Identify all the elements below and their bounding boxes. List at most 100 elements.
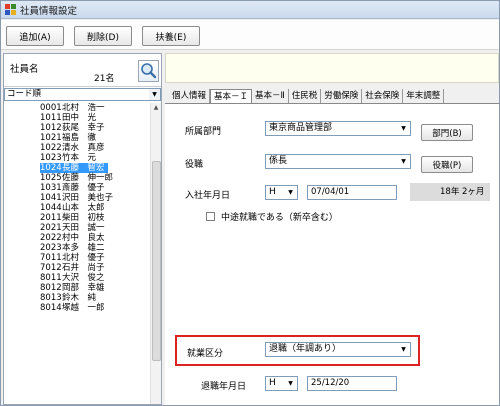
midcareer-checkbox[interactable]	[206, 212, 215, 221]
position-button[interactable]: 役職(P)	[421, 156, 473, 173]
employee-name: 斎藤 優子	[62, 183, 105, 193]
employee-code: 8011	[40, 273, 62, 283]
employee-code: 1024	[40, 163, 62, 173]
add-button[interactable]: 追加(A)	[6, 26, 64, 46]
position-value: 係長	[269, 156, 288, 166]
employee-name: 村中 良太	[62, 233, 105, 243]
dropdown-arrow-icon: ▼	[401, 158, 406, 165]
employment-type-value: 退職（年調あり）	[269, 344, 342, 354]
tab-1[interactable]: 基本－Ｉ	[210, 89, 253, 103]
employee-name: 柴田 初枝	[62, 213, 105, 223]
department-label: 所属部門	[185, 127, 222, 137]
tab-2[interactable]: 基本－Ⅱ	[252, 89, 289, 103]
scroll-thumb[interactable]	[152, 161, 161, 361]
dependents-button[interactable]: 扶養(E)	[142, 26, 200, 46]
employee-name: 北村 浩一	[62, 103, 105, 113]
employment-type-label: 就業区分	[187, 349, 224, 359]
list-item[interactable]: 1012荻尾 幸子	[40, 123, 108, 133]
list-item[interactable]: 8011大沢 俊之	[40, 273, 108, 283]
employee-name: 大沢 俊之	[62, 273, 105, 283]
info-banner	[165, 53, 499, 83]
dropdown-arrow-icon: ▼	[401, 346, 406, 353]
toolbar: 追加(A) 削除(D) 扶養(E)	[1, 20, 499, 50]
retire-era-select[interactable]: H ▼	[265, 376, 298, 391]
employee-detail-panel: 個人情報 基本－Ｉ 基本－Ⅱ 住民税 労働保険 社会保険 年末調整 所属部門 東京商品管理部…	[165, 53, 499, 405]
retire-era-value: H	[269, 378, 276, 388]
employee-list: 0001北村 浩一 1011田中 光 1012荻尾 幸子 1021福島 徹 1022清水…	[4, 103, 150, 404]
department-select[interactable]: 東京商品管理部 ▼	[265, 121, 411, 136]
employee-code: 8012	[40, 283, 62, 293]
list-item[interactable]: 1021福島 徹	[40, 133, 99, 143]
list-item[interactable]: 2021天田 誠一	[40, 223, 108, 233]
position-select[interactable]: 係長 ▼	[265, 154, 411, 169]
search-button[interactable]	[138, 60, 159, 82]
employee-name: 清水 真彦	[62, 143, 105, 153]
employee-list-scrollbar[interactable]: ▲	[150, 103, 161, 404]
tab-bar: 個人情報 基本－Ｉ 基本－Ⅱ 住民税 労働保険 社会保険 年末調整	[169, 89, 499, 103]
tab-4[interactable]: 労働保険	[321, 89, 363, 103]
employee-name: 荻尾 幸子	[62, 123, 105, 133]
employee-name: 田中 光	[62, 113, 97, 123]
list-item[interactable]: 0001北村 浩一	[40, 103, 108, 113]
list-item[interactable]: 8014塚越 一郎	[40, 303, 108, 313]
list-item[interactable]: 1022清水 真彦	[40, 143, 108, 153]
hire-date-label: 入社年月日	[185, 191, 231, 201]
employee-code: 7011	[40, 253, 62, 263]
scroll-up-icon[interactable]: ▲	[152, 104, 160, 112]
list-item[interactable]: 1024長藤 智宏	[40, 163, 108, 173]
hire-date-field[interactable]: 07/04/01	[307, 185, 397, 200]
midcareer-label: 中途就職である（新卒含む）	[221, 213, 338, 223]
retire-date-field[interactable]: 25/12/20	[307, 376, 397, 391]
main-window: 社員情報設定 追加(A) 削除(D) 扶養(E) 社員名 21名 コード順 ▼ …	[0, 0, 500, 406]
employee-code: 2022	[40, 233, 62, 243]
tab-3[interactable]: 住民税	[289, 89, 322, 103]
employee-code: 8013	[40, 293, 62, 303]
employee-list-header: 社員名 21名	[4, 54, 161, 87]
employee-list-panel: 社員名 21名 コード順 ▼ 0001北村 浩一 1011田中 光 1012荻尾 幸…	[3, 53, 162, 405]
list-item[interactable]: 2022村中 良太	[40, 233, 108, 243]
hire-era-select[interactable]: H ▼	[265, 185, 298, 200]
department-button[interactable]: 部門(B)	[421, 124, 473, 141]
tenure-display: 18年 2ヶ月	[410, 183, 490, 201]
employee-code: 7012	[40, 263, 62, 273]
employee-name: 北村 優子	[62, 253, 105, 263]
employee-code: 1031	[40, 183, 62, 193]
tab-5[interactable]: 社会保険	[362, 89, 404, 103]
delete-button[interactable]: 削除(D)	[74, 26, 132, 46]
employment-type-select[interactable]: 退職（年調あり） ▼	[265, 342, 411, 357]
list-item[interactable]: 1044山本 太郎	[40, 203, 108, 213]
employee-name: 岡部 幸雄	[62, 283, 105, 293]
list-item[interactable]: 8013鈴木 純	[40, 293, 99, 303]
employee-name: 石井 尚子	[62, 263, 105, 273]
employee-name: 山本 太郎	[62, 203, 105, 213]
list-item[interactable]: 1011田中 光	[40, 113, 99, 123]
list-item[interactable]: 8012岡部 幸雄	[40, 283, 108, 293]
title-bar: 社員情報設定	[1, 1, 499, 19]
dropdown-arrow-icon: ▼	[288, 189, 293, 196]
employee-code: 2023	[40, 243, 62, 253]
list-item[interactable]: 1023竹本 元	[40, 153, 99, 163]
tab-0[interactable]: 個人情報	[169, 89, 211, 103]
list-item[interactable]: 1031斎藤 優子	[40, 183, 108, 193]
employee-code: 1041	[40, 193, 62, 203]
employee-name: 長藤 智宏	[62, 163, 105, 173]
list-item[interactable]: 2023本多 雄二	[40, 243, 108, 253]
employee-name: 本多 雄二	[62, 243, 105, 253]
list-item[interactable]: 7011北村 優子	[40, 253, 108, 263]
employee-name: 福島 徹	[62, 133, 97, 143]
position-label: 役職	[185, 160, 204, 170]
list-item[interactable]: 1025佐藤 伸一郎	[40, 173, 116, 183]
list-item[interactable]: 1041沢田 美也子	[40, 193, 116, 203]
employee-name: 天田 誠一	[62, 223, 105, 233]
department-value: 東京商品管理部	[269, 123, 333, 133]
list-item[interactable]: 7012石井 尚子	[40, 263, 108, 273]
list-item[interactable]: 2011柴田 初枝	[40, 213, 108, 223]
employee-code: 1025	[40, 173, 62, 183]
retire-date-label: 退職年月日	[201, 382, 247, 392]
employee-code: 1023	[40, 153, 62, 163]
tab-content: 所属部門 東京商品管理部 ▼ 部門(B) 役職 係長 ▼ 役職(P) 入社年月日…	[165, 103, 499, 405]
search-icon	[141, 63, 157, 79]
tab-6[interactable]: 年末調整	[403, 89, 445, 103]
sort-order-select[interactable]: コード順 ▼	[4, 88, 161, 101]
employee-code: 2021	[40, 223, 62, 233]
